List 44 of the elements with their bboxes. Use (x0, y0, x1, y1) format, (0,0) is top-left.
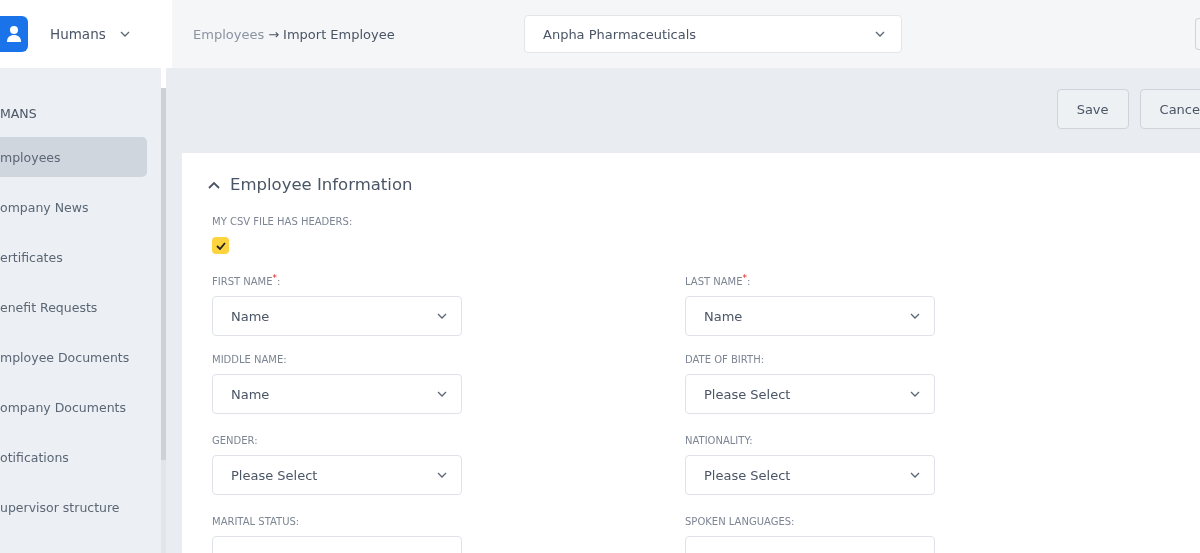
select-field[interactable]: Name (212, 374, 462, 414)
chevron-down-icon (910, 472, 920, 478)
sidebar-item[interactable]: mployee Documents (0, 337, 147, 377)
company-select[interactable]: Anpha Pharmaceuticals (524, 15, 902, 53)
field-label: MARITAL STATUS: (212, 516, 301, 527)
checkbox[interactable] (212, 237, 229, 254)
chevron-down-icon (437, 391, 447, 397)
check-icon (215, 241, 226, 250)
sidebar-heading: MANS (0, 106, 38, 121)
sidebar-item[interactable]: ertificates (0, 237, 147, 277)
sidebar-item[interactable]: otifications (0, 437, 147, 477)
sidebar-item[interactable]: ompany News (0, 187, 147, 227)
breadcrumb-current: Import Employee (283, 26, 395, 42)
action-button[interactable]: Cance (1139, 89, 1200, 129)
field-label: DATE OF BIRTH: (685, 354, 766, 365)
select-field[interactable]: Please Select (212, 455, 462, 495)
field-label: MIDDLE NAME: (212, 354, 288, 365)
header-button[interactable] (1195, 18, 1200, 50)
sidebar-item[interactable]: mployees (0, 137, 147, 177)
chevron-down-icon (119, 31, 130, 37)
sidebar-item[interactable]: upervisor structure (0, 487, 147, 527)
select-field[interactable]: Name (685, 296, 935, 337)
chevron-down-icon (437, 313, 447, 320)
chevron-down-icon (910, 313, 920, 320)
chevron-icon (208, 180, 220, 189)
select-field[interactable]: Name (212, 296, 462, 337)
section-toggle[interactable]: Employee Information (208, 175, 413, 194)
field-label: MY CSV FILE HAS HEADERS: (212, 216, 354, 227)
field-label: GENDER: (212, 435, 259, 446)
sidebar-item[interactable]: ompany Documents (0, 387, 147, 427)
chevron-down-icon (437, 472, 447, 478)
sidebar-item[interactable]: enefit Requests (0, 287, 147, 327)
select-field[interactable]: Please Select (685, 455, 935, 495)
breadcrumb-separator: → (268, 26, 280, 42)
field-label: NATIONALITY: (685, 435, 754, 446)
field-label: LAST NAME$^{*}$: (685, 273, 752, 288)
chevron-down-icon (910, 391, 920, 397)
field-label: SPOKEN LANGUAGES: (685, 516, 796, 527)
app-switcher[interactable]: Humans (50, 26, 130, 42)
field-label: FIRST NAME$^{*}$: (212, 273, 282, 288)
action-button[interactable]: Save (1056, 89, 1129, 129)
chevron-down-icon (875, 31, 885, 37)
select-field[interactable]: Please Select (685, 374, 935, 414)
scrollbar-thumb[interactable] (161, 88, 166, 460)
